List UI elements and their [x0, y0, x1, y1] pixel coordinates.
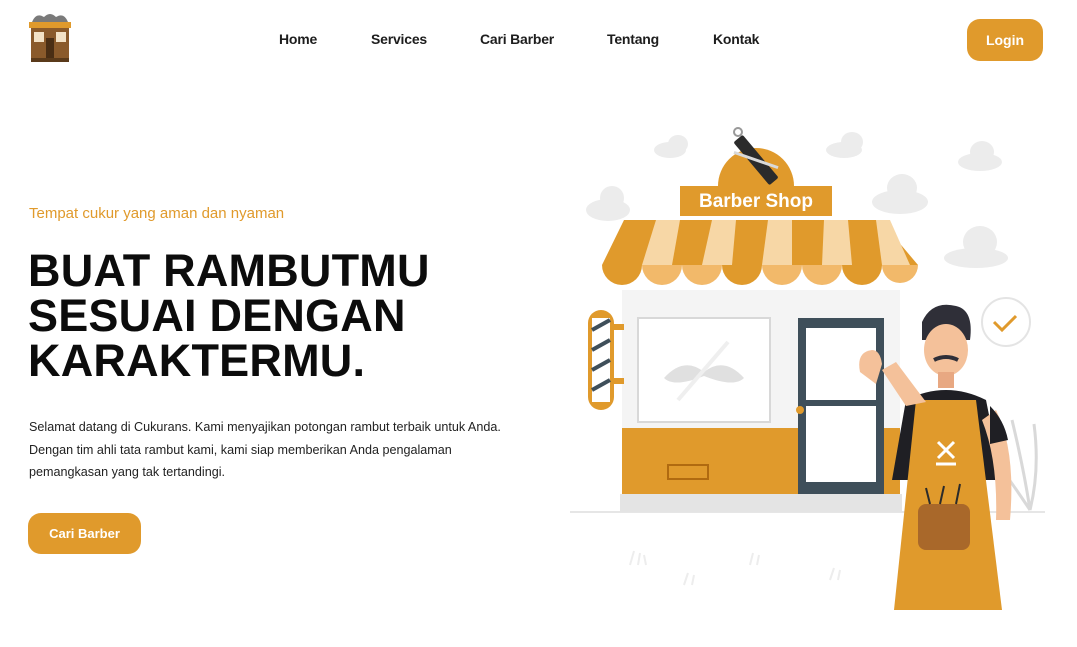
hero-title: BUAT RAMBUTMU SESUAI DENGAN KARAKTERMU.	[28, 248, 548, 383]
main-nav: Home Services Cari Barber Tentang Kontak	[0, 31, 1077, 51]
hero-title-line-3: KARAKTERMU.	[28, 335, 366, 386]
cari-barber-button[interactable]: Cari Barber	[28, 513, 141, 554]
navbar: Home Services Cari Barber Tentang Kontak…	[0, 0, 1077, 82]
barber-shop-sign: Barber Shop	[699, 191, 813, 212]
hero-tagline: Tempat cukur yang aman dan nyaman	[29, 205, 285, 222]
barber-shop-illustration: Barber Shop	[560, 110, 1060, 630]
nav-kontak[interactable]: Kontak	[713, 31, 759, 47]
nav-services[interactable]: Services	[371, 31, 427, 47]
hero-description: Selamat datang di Cukurans. Kami menyaji…	[29, 420, 501, 479]
hero-title-line-1: BUAT RAMBUTMU	[28, 245, 430, 296]
nav-tentang[interactable]: Tentang	[607, 31, 659, 47]
login-button[interactable]: Login	[967, 19, 1043, 61]
nav-cari-barber[interactable]: Cari Barber	[480, 31, 554, 47]
hero-title-line-2: SESUAI DENGAN	[28, 290, 406, 341]
nav-home[interactable]: Home	[279, 31, 317, 47]
